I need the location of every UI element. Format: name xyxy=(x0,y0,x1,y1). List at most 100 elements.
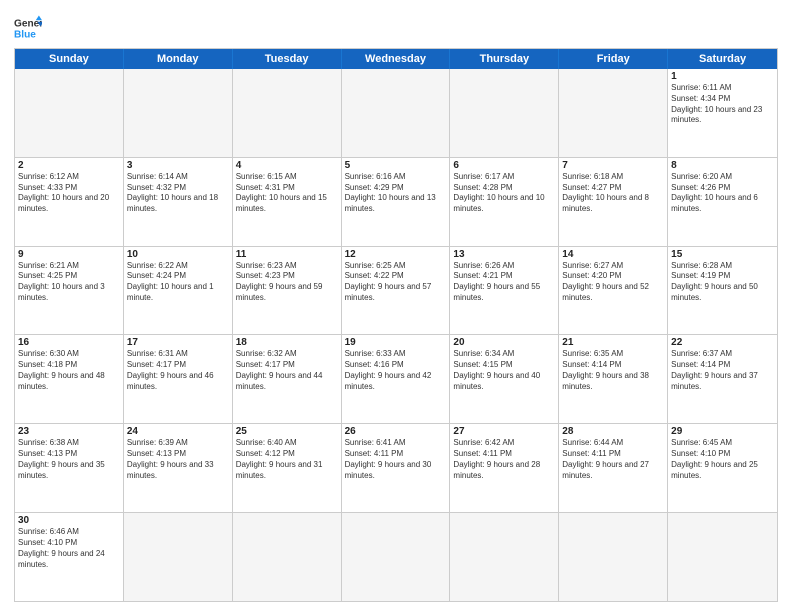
day-number: 13 xyxy=(453,249,555,260)
day-number: 30 xyxy=(18,515,120,526)
day-number: 6 xyxy=(453,160,555,171)
col-header-monday: Monday xyxy=(124,49,233,69)
day-number: 16 xyxy=(18,337,120,348)
col-header-wednesday: Wednesday xyxy=(342,49,451,69)
day-info: Sunrise: 6:34 AMSunset: 4:15 PMDaylight:… xyxy=(453,349,555,392)
calendar-cell xyxy=(233,69,342,157)
calendar-cell: 22Sunrise: 6:37 AMSunset: 4:14 PMDayligh… xyxy=(668,335,777,423)
day-info: Sunrise: 6:17 AMSunset: 4:28 PMDaylight:… xyxy=(453,172,555,215)
calendar-row-4: 16Sunrise: 6:30 AMSunset: 4:18 PMDayligh… xyxy=(15,334,777,423)
calendar-cell: 25Sunrise: 6:40 AMSunset: 4:12 PMDayligh… xyxy=(233,424,342,512)
day-number: 9 xyxy=(18,249,120,260)
day-number: 18 xyxy=(236,337,338,348)
calendar-cell: 17Sunrise: 6:31 AMSunset: 4:17 PMDayligh… xyxy=(124,335,233,423)
calendar-cell: 5Sunrise: 6:16 AMSunset: 4:29 PMDaylight… xyxy=(342,158,451,246)
day-info: Sunrise: 6:28 AMSunset: 4:19 PMDaylight:… xyxy=(671,261,774,304)
day-number: 8 xyxy=(671,160,774,171)
day-number: 2 xyxy=(18,160,120,171)
calendar-cell: 1Sunrise: 6:11 AMSunset: 4:34 PMDaylight… xyxy=(668,69,777,157)
header: General Blue xyxy=(14,10,778,42)
calendar-cell: 2Sunrise: 6:12 AMSunset: 4:33 PMDaylight… xyxy=(15,158,124,246)
logo-icon: General Blue xyxy=(14,14,42,42)
calendar-cell: 15Sunrise: 6:28 AMSunset: 4:19 PMDayligh… xyxy=(668,247,777,335)
day-number: 14 xyxy=(562,249,664,260)
calendar-cell: 23Sunrise: 6:38 AMSunset: 4:13 PMDayligh… xyxy=(15,424,124,512)
calendar-cell xyxy=(668,513,777,601)
col-header-saturday: Saturday xyxy=(668,49,777,69)
day-number: 5 xyxy=(345,160,447,171)
svg-text:Blue: Blue xyxy=(14,29,36,40)
calendar-cell: 20Sunrise: 6:34 AMSunset: 4:15 PMDayligh… xyxy=(450,335,559,423)
day-info: Sunrise: 6:23 AMSunset: 4:23 PMDaylight:… xyxy=(236,261,338,304)
calendar-cell xyxy=(124,69,233,157)
day-info: Sunrise: 6:11 AMSunset: 4:34 PMDaylight:… xyxy=(671,83,774,126)
col-header-thursday: Thursday xyxy=(450,49,559,69)
col-header-sunday: Sunday xyxy=(15,49,124,69)
day-number: 29 xyxy=(671,426,774,437)
calendar-cell xyxy=(15,69,124,157)
calendar-row-3: 9Sunrise: 6:21 AMSunset: 4:25 PMDaylight… xyxy=(15,246,777,335)
calendar-cell: 14Sunrise: 6:27 AMSunset: 4:20 PMDayligh… xyxy=(559,247,668,335)
day-info: Sunrise: 6:18 AMSunset: 4:27 PMDaylight:… xyxy=(562,172,664,215)
calendar-cell: 27Sunrise: 6:42 AMSunset: 4:11 PMDayligh… xyxy=(450,424,559,512)
day-number: 26 xyxy=(345,426,447,437)
day-number: 15 xyxy=(671,249,774,260)
calendar-cell: 9Sunrise: 6:21 AMSunset: 4:25 PMDaylight… xyxy=(15,247,124,335)
calendar-cell: 21Sunrise: 6:35 AMSunset: 4:14 PMDayligh… xyxy=(559,335,668,423)
day-info: Sunrise: 6:46 AMSunset: 4:10 PMDaylight:… xyxy=(18,527,120,570)
day-info: Sunrise: 6:12 AMSunset: 4:33 PMDaylight:… xyxy=(18,172,120,215)
day-info: Sunrise: 6:27 AMSunset: 4:20 PMDaylight:… xyxy=(562,261,664,304)
page: General Blue SundayMondayTuesdayWednesda… xyxy=(0,0,792,612)
calendar-cell: 13Sunrise: 6:26 AMSunset: 4:21 PMDayligh… xyxy=(450,247,559,335)
day-number: 28 xyxy=(562,426,664,437)
day-number: 22 xyxy=(671,337,774,348)
calendar-cell: 16Sunrise: 6:30 AMSunset: 4:18 PMDayligh… xyxy=(15,335,124,423)
day-number: 27 xyxy=(453,426,555,437)
day-info: Sunrise: 6:41 AMSunset: 4:11 PMDaylight:… xyxy=(345,438,447,481)
day-number: 4 xyxy=(236,160,338,171)
calendar-row-1: 1Sunrise: 6:11 AMSunset: 4:34 PMDaylight… xyxy=(15,69,777,157)
day-info: Sunrise: 6:35 AMSunset: 4:14 PMDaylight:… xyxy=(562,349,664,392)
calendar-row-5: 23Sunrise: 6:38 AMSunset: 4:13 PMDayligh… xyxy=(15,423,777,512)
day-info: Sunrise: 6:15 AMSunset: 4:31 PMDaylight:… xyxy=(236,172,338,215)
calendar-cell xyxy=(559,513,668,601)
day-info: Sunrise: 6:30 AMSunset: 4:18 PMDaylight:… xyxy=(18,349,120,392)
calendar-cell: 6Sunrise: 6:17 AMSunset: 4:28 PMDaylight… xyxy=(450,158,559,246)
day-number: 10 xyxy=(127,249,229,260)
day-info: Sunrise: 6:26 AMSunset: 4:21 PMDaylight:… xyxy=(453,261,555,304)
calendar-cell xyxy=(233,513,342,601)
day-number: 24 xyxy=(127,426,229,437)
calendar-cell xyxy=(450,69,559,157)
day-info: Sunrise: 6:37 AMSunset: 4:14 PMDaylight:… xyxy=(671,349,774,392)
calendar-cell xyxy=(559,69,668,157)
calendar-row-6: 30Sunrise: 6:46 AMSunset: 4:10 PMDayligh… xyxy=(15,512,777,601)
day-info: Sunrise: 6:44 AMSunset: 4:11 PMDaylight:… xyxy=(562,438,664,481)
day-number: 1 xyxy=(671,71,774,82)
calendar-cell xyxy=(450,513,559,601)
day-info: Sunrise: 6:21 AMSunset: 4:25 PMDaylight:… xyxy=(18,261,120,304)
day-number: 17 xyxy=(127,337,229,348)
calendar-cell xyxy=(124,513,233,601)
day-number: 21 xyxy=(562,337,664,348)
day-info: Sunrise: 6:14 AMSunset: 4:32 PMDaylight:… xyxy=(127,172,229,215)
col-header-tuesday: Tuesday xyxy=(233,49,342,69)
calendar-cell: 10Sunrise: 6:22 AMSunset: 4:24 PMDayligh… xyxy=(124,247,233,335)
day-info: Sunrise: 6:39 AMSunset: 4:13 PMDaylight:… xyxy=(127,438,229,481)
calendar-cell: 8Sunrise: 6:20 AMSunset: 4:26 PMDaylight… xyxy=(668,158,777,246)
calendar-cell: 19Sunrise: 6:33 AMSunset: 4:16 PMDayligh… xyxy=(342,335,451,423)
calendar-cell: 3Sunrise: 6:14 AMSunset: 4:32 PMDaylight… xyxy=(124,158,233,246)
calendar-cell: 29Sunrise: 6:45 AMSunset: 4:10 PMDayligh… xyxy=(668,424,777,512)
calendar-cell: 7Sunrise: 6:18 AMSunset: 4:27 PMDaylight… xyxy=(559,158,668,246)
day-number: 11 xyxy=(236,249,338,260)
day-number: 19 xyxy=(345,337,447,348)
calendar-body: 1Sunrise: 6:11 AMSunset: 4:34 PMDaylight… xyxy=(15,69,777,601)
calendar-cell: 12Sunrise: 6:25 AMSunset: 4:22 PMDayligh… xyxy=(342,247,451,335)
calendar-cell xyxy=(342,513,451,601)
calendar-cell: 18Sunrise: 6:32 AMSunset: 4:17 PMDayligh… xyxy=(233,335,342,423)
day-info: Sunrise: 6:33 AMSunset: 4:16 PMDaylight:… xyxy=(345,349,447,392)
day-info: Sunrise: 6:20 AMSunset: 4:26 PMDaylight:… xyxy=(671,172,774,215)
calendar-cell: 30Sunrise: 6:46 AMSunset: 4:10 PMDayligh… xyxy=(15,513,124,601)
day-number: 23 xyxy=(18,426,120,437)
day-info: Sunrise: 6:42 AMSunset: 4:11 PMDaylight:… xyxy=(453,438,555,481)
calendar-header-row: SundayMondayTuesdayWednesdayThursdayFrid… xyxy=(15,49,777,69)
